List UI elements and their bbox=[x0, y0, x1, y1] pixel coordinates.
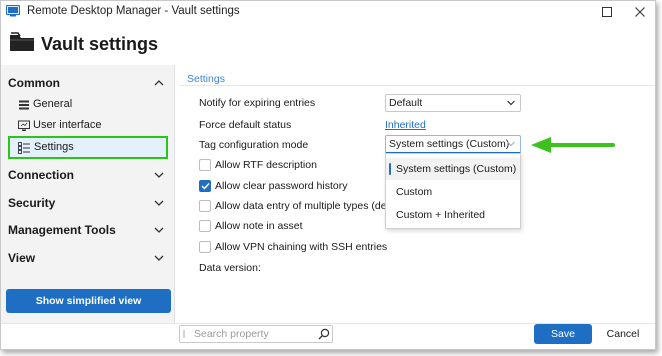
list-icon bbox=[19, 100, 29, 110]
sidebar-item-settings[interactable]: Settings bbox=[8, 136, 168, 159]
dropdown-option-custom-inherited[interactable]: Custom + Inherited bbox=[386, 204, 520, 226]
close-icon bbox=[635, 7, 645, 17]
cancel-button[interactable]: Cancel bbox=[597, 324, 649, 344]
chevron-down-icon bbox=[507, 141, 515, 147]
checkbox-box[interactable] bbox=[199, 180, 211, 192]
section-label: Common bbox=[8, 76, 60, 90]
dropdown-option-custom[interactable]: Custom bbox=[386, 181, 520, 203]
tag-mode-dropdown-list: System settings (Custom) Custom Custom +… bbox=[385, 153, 521, 229]
annotation-arrow-icon bbox=[531, 137, 615, 153]
section-label: Security bbox=[8, 196, 56, 210]
search-left-icon bbox=[183, 330, 185, 338]
dropdown-option-system-settings[interactable]: System settings (Custom) bbox=[386, 158, 520, 180]
sidebar-item-label: User interface bbox=[33, 119, 102, 131]
close-button[interactable] bbox=[624, 1, 655, 23]
chevron-down-icon bbox=[154, 255, 164, 261]
tag-configuration-mode-value: System settings (Custom) bbox=[389, 138, 510, 150]
sidebar-item-label: Settings bbox=[34, 141, 74, 153]
checkbox-box[interactable] bbox=[199, 200, 211, 212]
sidebar-item-general[interactable]: General bbox=[15, 95, 165, 115]
checkbox-label: Allow RTF description bbox=[215, 159, 317, 171]
checkbox-box[interactable] bbox=[199, 220, 211, 232]
show-simplified-view-button[interactable]: Show simplified view bbox=[6, 289, 171, 313]
notify-expiring-label: Notify for expiring entries bbox=[199, 97, 316, 109]
sidebar-item-user-interface[interactable]: User interface bbox=[15, 116, 165, 136]
allow-multiple-types-checkbox[interactable]: Allow data entry of multiple types (depr… bbox=[199, 199, 402, 213]
settings-list-icon bbox=[18, 142, 30, 154]
folder-icon bbox=[10, 32, 34, 51]
tag-configuration-mode-label: Tag configuration mode bbox=[199, 139, 309, 151]
checkbox-label: Allow clear password history bbox=[215, 180, 348, 192]
sidebar-item-label: General bbox=[33, 98, 73, 110]
allow-clear-password-history-checkbox[interactable]: Allow clear password history bbox=[199, 179, 347, 193]
notify-expiring-select[interactable]: Default bbox=[385, 94, 521, 112]
allow-note-in-asset-checkbox[interactable]: Allow note in asset bbox=[199, 219, 303, 233]
force-default-status-link[interactable]: Inherited bbox=[385, 119, 426, 131]
checkbox-label: Allow note in asset bbox=[215, 220, 303, 232]
app-icon bbox=[6, 5, 20, 17]
vault-settings-window: Remote Desktop Manager - Vault settings … bbox=[0, 0, 656, 350]
checkmark-icon bbox=[200, 182, 210, 190]
allow-vpn-chaining-checkbox[interactable]: Allow VPN chaining with SSH entries bbox=[199, 240, 387, 254]
checkbox-box[interactable] bbox=[199, 241, 211, 253]
search-icon[interactable] bbox=[318, 328, 330, 340]
search-property-field[interactable] bbox=[179, 325, 333, 343]
chevron-down-icon bbox=[154, 227, 164, 233]
maximize-icon bbox=[602, 7, 612, 17]
allow-rtf-description-checkbox[interactable]: Allow RTF description bbox=[199, 158, 317, 172]
window-title: Remote Desktop Manager - Vault settings bbox=[27, 5, 240, 17]
section-label: Management Tools bbox=[8, 223, 116, 237]
force-default-status-label: Force default status bbox=[199, 119, 292, 131]
group-divider bbox=[179, 85, 655, 86]
settings-group-title: Settings bbox=[187, 73, 225, 85]
chevron-down-icon bbox=[507, 100, 515, 106]
maximize-button[interactable] bbox=[591, 1, 623, 23]
sidebar-section-security[interactable]: Security bbox=[1, 191, 175, 215]
checkbox-label: Allow VPN chaining with SSH entries bbox=[215, 241, 388, 253]
tag-configuration-mode-select[interactable]: System settings (Custom) bbox=[385, 135, 521, 154]
sidebar-section-connection[interactable]: Connection bbox=[1, 163, 175, 187]
sidebar-section-view[interactable]: View bbox=[1, 246, 175, 270]
checkbox-label: Allow data entry of multiple types (depr… bbox=[215, 200, 402, 212]
checkbox-box[interactable] bbox=[199, 159, 211, 171]
section-label: Connection bbox=[8, 168, 74, 182]
monitor-icon bbox=[18, 120, 30, 131]
chevron-down-icon bbox=[154, 172, 164, 178]
sidebar-section-management-tools[interactable]: Management Tools bbox=[1, 218, 175, 242]
chevron-down-icon bbox=[154, 200, 164, 206]
search-input[interactable] bbox=[194, 327, 314, 341]
section-label: View bbox=[8, 251, 36, 265]
notify-expiring-value: Default bbox=[389, 97, 423, 109]
title-bar: Remote Desktop Manager - Vault settings bbox=[1, 1, 655, 23]
sidebar: Common General User interface Settings C… bbox=[1, 65, 175, 323]
page-header: Vault settings bbox=[1, 23, 655, 63]
save-button[interactable]: Save bbox=[534, 324, 592, 344]
page-title: Vault settings bbox=[41, 34, 159, 54]
data-version-label: Data version: bbox=[199, 262, 261, 274]
chevron-up-icon bbox=[154, 80, 164, 86]
sidebar-section-common[interactable]: Common bbox=[1, 71, 175, 95]
